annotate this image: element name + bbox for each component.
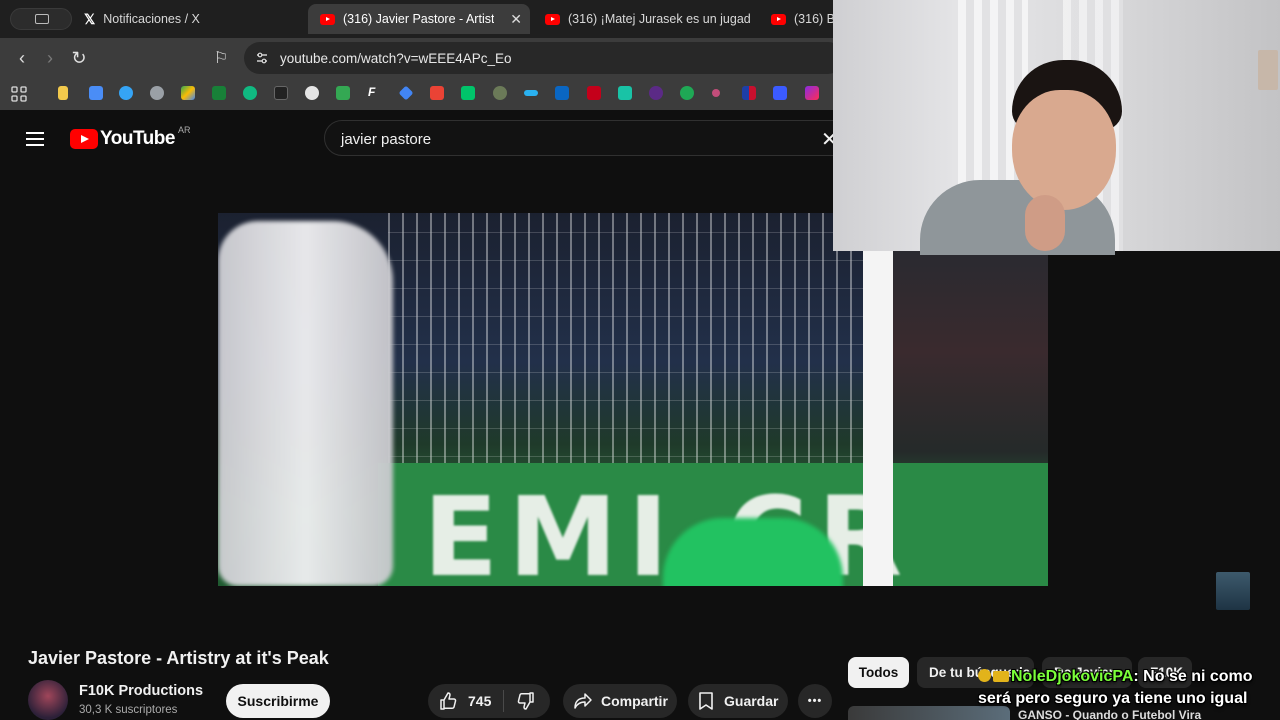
bookmarks-bar: F [0, 78, 840, 110]
video-player[interactable]: EMI CR [218, 213, 1048, 586]
chip-todos[interactable]: Todos [848, 657, 909, 688]
bookmark-icon[interactable] [305, 86, 319, 100]
youtube-icon [320, 13, 335, 25]
bookmark-icon[interactable]: ⚐ [211, 48, 231, 68]
search-query-text: javier pastore [341, 131, 432, 148]
apps-grid-icon[interactable] [11, 86, 27, 102]
channel-name[interactable]: F10K Productions [79, 683, 203, 699]
bookmark-icon[interactable] [398, 85, 414, 101]
bookmark-icon[interactable] [493, 86, 507, 100]
like-count: 745 [468, 693, 492, 709]
tab-label: (316) Javier Pastore - Artist [343, 12, 495, 26]
subscriber-count: 30,3 K suscriptores [79, 704, 178, 716]
search-input[interactable]: javier pastore ✕ [324, 120, 844, 156]
like-dislike-group: 745 [428, 684, 550, 718]
tab-overview-icon [35, 14, 49, 24]
drive-icon[interactable] [181, 86, 195, 100]
more-icon: ••• [807, 695, 823, 707]
goalkeeper [663, 518, 843, 586]
tab-search-button[interactable] [10, 8, 72, 30]
bookmark-icon[interactable] [742, 86, 756, 100]
tab-other[interactable]: (316) B [771, 4, 841, 34]
bookmark-icon[interactable] [712, 89, 720, 97]
wall-picture [1258, 50, 1278, 90]
save-button[interactable]: Guardar [688, 684, 788, 718]
forward-arrow-icon[interactable]: › [40, 48, 60, 69]
youtube-header: YouTube AR javier pastore ✕ [0, 110, 844, 166]
thumbs-down-icon[interactable] [516, 691, 536, 711]
bookmark-icon[interactable] [119, 86, 133, 100]
bookmark-icon[interactable] [805, 86, 819, 100]
bookmark-icon[interactable] [524, 90, 538, 96]
save-bookmark-icon [699, 692, 713, 710]
share-label: Compartir [601, 693, 668, 709]
tab-label: Notificaciones / X [103, 12, 200, 26]
share-icon [574, 693, 592, 709]
close-tab-icon[interactable]: ✕ [510, 11, 522, 28]
channel-avatar[interactable] [28, 680, 68, 720]
bookmark-icon[interactable] [150, 86, 164, 100]
bookmark-icon[interactable] [274, 86, 288, 100]
url-field[interactable]: youtube.com/watch?v=wEEE4APc_Eo [244, 42, 844, 74]
more-actions-button[interactable]: ••• [798, 684, 832, 718]
bookmark-icon[interactable] [243, 86, 257, 100]
menu-icon[interactable] [26, 132, 44, 146]
country-code: AR [177, 125, 191, 135]
streamer-face [1012, 90, 1116, 210]
url-text: youtube.com/watch?v=wEEE4APc_Eo [280, 51, 512, 66]
bookmark-icon[interactable] [773, 86, 787, 100]
tab-notificaciones[interactable]: 𝕏 Notificaciones / X [84, 4, 294, 34]
bookmark-icon[interactable] [58, 86, 68, 100]
chat-message: NoleDjokovicPA: No se ni como será pero … [978, 666, 1280, 710]
share-button[interactable]: Compartir [563, 684, 677, 718]
tab-label: (316) ¡Matej Jurasek es un jugad [568, 12, 750, 26]
bookmark-icon[interactable] [89, 86, 103, 100]
player-figure [218, 221, 393, 586]
chip-label: Todos [858, 665, 899, 680]
back-arrow-icon[interactable]: ‹ [12, 48, 32, 69]
channel-watermark[interactable] [1216, 572, 1250, 610]
divider [503, 690, 505, 712]
gift-badge-icon [993, 671, 1009, 682]
subscribe-button[interactable]: Suscribirme [226, 684, 330, 718]
bookmark-icon[interactable]: F [368, 85, 382, 99]
logo-text: YouTube [100, 128, 175, 149]
reload-icon[interactable]: ↻ [69, 48, 89, 69]
goal-post [863, 251, 893, 586]
bookmark-icon[interactable] [618, 86, 632, 100]
bookmark-icon[interactable] [680, 86, 694, 100]
youtube-play-icon [70, 129, 98, 149]
bookmark-icon[interactable] [461, 86, 475, 100]
sheets-icon[interactable] [336, 86, 350, 100]
chat-badges [978, 666, 1011, 688]
video-title: Javier Pastore - Artistry at it's Peak [28, 648, 329, 668]
youtube-icon [545, 13, 560, 25]
youtube-logo[interactable]: YouTube AR [70, 125, 191, 150]
sub-badge-icon [978, 669, 991, 682]
linkedin-icon[interactable] [555, 86, 569, 100]
tab-label: (316) B [794, 12, 835, 26]
save-label: Guardar [724, 693, 779, 709]
tab-matej-jurasek[interactable]: (316) ¡Matej Jurasek es un jugad [545, 4, 750, 34]
youtube-icon [771, 13, 786, 25]
x-logo-icon: 𝕏 [84, 10, 96, 27]
tab-javier-pastore[interactable]: (316) Javier Pastore - Artist ✕ [308, 4, 530, 34]
site-settings-icon[interactable] [256, 52, 268, 64]
thumbs-up-icon[interactable] [438, 691, 458, 711]
gmail-icon[interactable] [430, 86, 444, 100]
bookmark-icon[interactable] [649, 86, 663, 100]
bookmark-icon[interactable] [587, 86, 601, 100]
bookmark-icon[interactable] [212, 86, 226, 100]
chat-username: NoleDjokovicPA [1011, 668, 1134, 685]
streamer-hand [1025, 195, 1065, 251]
